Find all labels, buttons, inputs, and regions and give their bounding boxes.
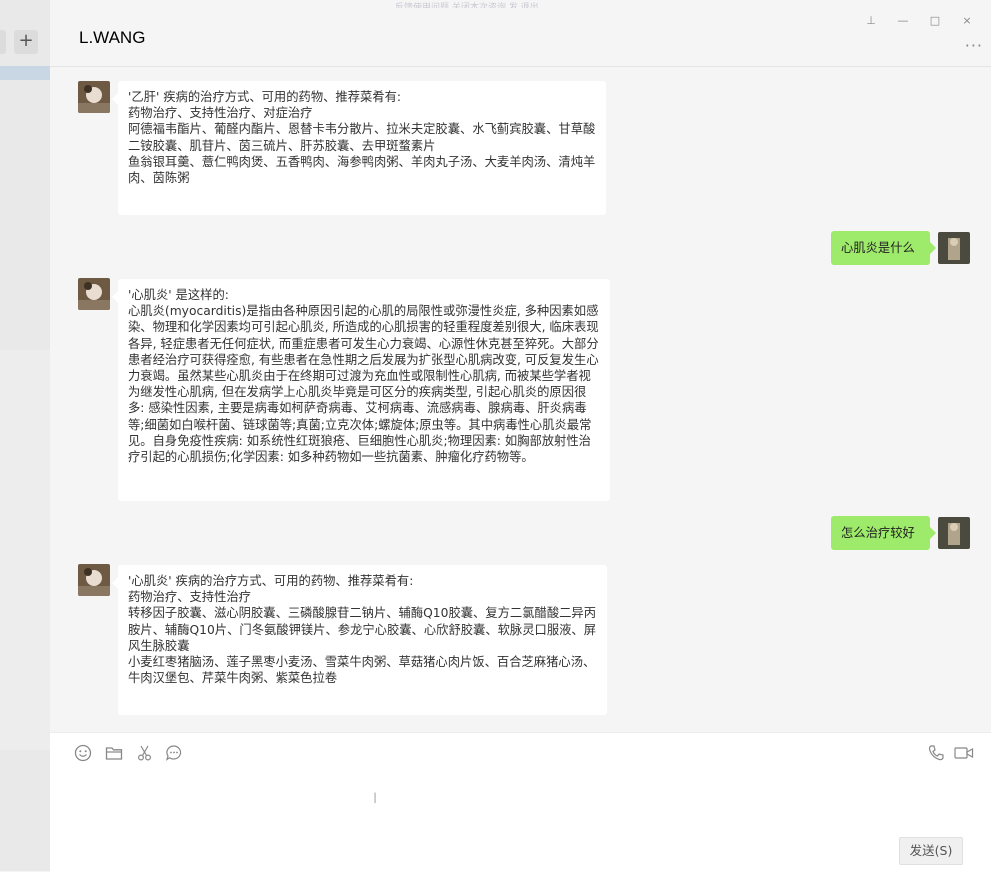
more-options-button[interactable]: ··· bbox=[965, 36, 983, 55]
phone-icon[interactable] bbox=[926, 743, 946, 763]
maximize-button[interactable]: □ bbox=[919, 12, 951, 30]
add-button[interactable]: + bbox=[14, 30, 38, 54]
message-composer[interactable]: I 发送(S) bbox=[50, 732, 991, 872]
chat-title: L.WANG bbox=[79, 28, 146, 47]
message-bubble-received[interactable]: '心肌炎' 是这样的: 心肌炎(myocarditis)是指由各种原因引起的心肌… bbox=[112, 279, 610, 501]
search-box[interactable] bbox=[0, 30, 6, 54]
background-footer-text bbox=[0, 858, 14, 868]
my-avatar[interactable] bbox=[938, 517, 970, 549]
message-bubble-sent[interactable]: 心肌炎是什么 bbox=[831, 231, 936, 265]
folder-icon[interactable] bbox=[104, 743, 124, 763]
text-cursor-icon: I bbox=[373, 791, 378, 807]
scissors-icon[interactable] bbox=[135, 743, 155, 763]
contact-avatar[interactable] bbox=[78, 81, 110, 113]
chat-header: L.WANG ⊥ — □ × ··· bbox=[50, 8, 991, 67]
pin-icon[interactable]: ⊥ bbox=[855, 12, 887, 30]
send-button[interactable]: 发送(S) bbox=[899, 837, 963, 865]
message-bubble-received[interactable]: '乙肝' 疾病的治疗方式、可用的药物、推荐菜肴有: 药物治疗、支持性治疗、对症治… bbox=[112, 81, 606, 215]
sidebar-list-area bbox=[0, 350, 50, 750]
minimize-button[interactable]: — bbox=[887, 12, 919, 30]
message-list: '乙肝' 疾病的治疗方式、可用的药物、推荐菜肴有: 药物治疗、支持性治疗、对症治… bbox=[50, 67, 991, 732]
message-bubble-sent[interactable]: 怎么治疗较好 bbox=[831, 516, 936, 550]
my-avatar[interactable] bbox=[938, 232, 970, 264]
video-icon[interactable] bbox=[953, 743, 975, 763]
close-button[interactable]: × bbox=[951, 12, 983, 30]
chat-history-icon[interactable] bbox=[164, 743, 184, 763]
contact-avatar[interactable] bbox=[78, 278, 110, 310]
window-controls: ⊥ — □ × bbox=[855, 12, 983, 30]
contact-avatar[interactable] bbox=[78, 564, 110, 596]
sidebar-active-chat[interactable] bbox=[0, 66, 50, 80]
message-bubble-received[interactable]: '心肌炎' 疾病的治疗方式、可用的药物、推荐菜肴有: 药物治疗、支持性治疗 转移… bbox=[112, 565, 607, 715]
sidebar: + bbox=[0, 0, 50, 871]
emoji-icon[interactable] bbox=[73, 743, 93, 763]
chat-window: L.WANG ⊥ — □ × ··· '乙肝' 疾病的治疗方式、可用的药物、推荐… bbox=[50, 8, 991, 872]
